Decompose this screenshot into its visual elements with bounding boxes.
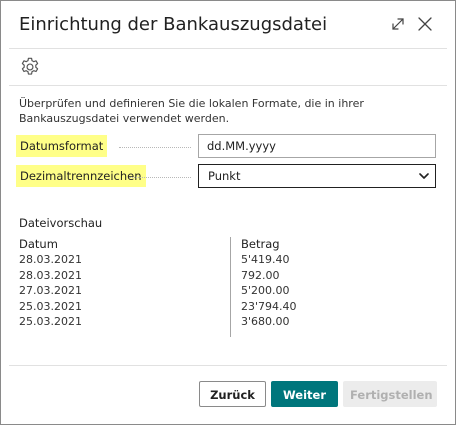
settings-button[interactable] <box>19 56 41 78</box>
column-divider <box>230 237 231 337</box>
amount-cell: 5'419.40 <box>241 253 290 266</box>
date-cell: 25.03.2021 <box>19 315 82 328</box>
date-format-label: Datumsformat <box>16 135 108 157</box>
date-cell: 27.03.2021 <box>19 284 82 297</box>
date-cell: 28.03.2021 <box>19 253 82 266</box>
date-format-input[interactable] <box>198 134 436 158</box>
date-format-leader <box>119 147 191 148</box>
amount-cell: 3'680.00 <box>241 315 290 328</box>
decimal-separator-select[interactable]: Punkt <box>198 164 436 188</box>
bank-statement-setup-dialog: Einrichtung der Bankauszugsdatei Überprü… <box>0 0 456 425</box>
column-header-amount: Betrag <box>241 237 280 251</box>
close-button[interactable] <box>417 16 433 32</box>
decimal-separator-value: Punkt <box>208 169 241 183</box>
preview-title: Dateivorschau <box>19 216 103 230</box>
decimal-separator-leader <box>129 177 191 178</box>
amount-cell: 5'200.00 <box>241 284 290 297</box>
expand-button[interactable] <box>390 16 406 32</box>
column-header-date: Datum <box>19 237 58 251</box>
footer-divider <box>9 365 447 366</box>
gear-icon <box>21 57 39 75</box>
toolbar-divider <box>9 85 447 86</box>
dialog-title: Einrichtung der Bankauszugsdatei <box>19 14 328 35</box>
chevron-down-icon <box>419 173 429 179</box>
instruction-text: Überprüfen und definieren Sie die lokale… <box>19 97 364 125</box>
amount-cell: 23'794.40 <box>241 299 297 313</box>
close-icon <box>418 17 432 31</box>
date-cell: 28.03.2021 <box>19 268 82 282</box>
back-button[interactable]: Zurück <box>199 381 266 407</box>
header-divider <box>9 48 447 49</box>
decimal-separator-label: Dezimaltrennzeichen <box>16 165 146 187</box>
next-button[interactable]: Weiter <box>271 381 338 407</box>
date-cell: 25.03.2021 <box>19 299 82 313</box>
expand-icon <box>392 18 404 30</box>
finish-button: Fertigstellen <box>343 381 437 407</box>
amount-cell: 792.00 <box>241 268 280 282</box>
